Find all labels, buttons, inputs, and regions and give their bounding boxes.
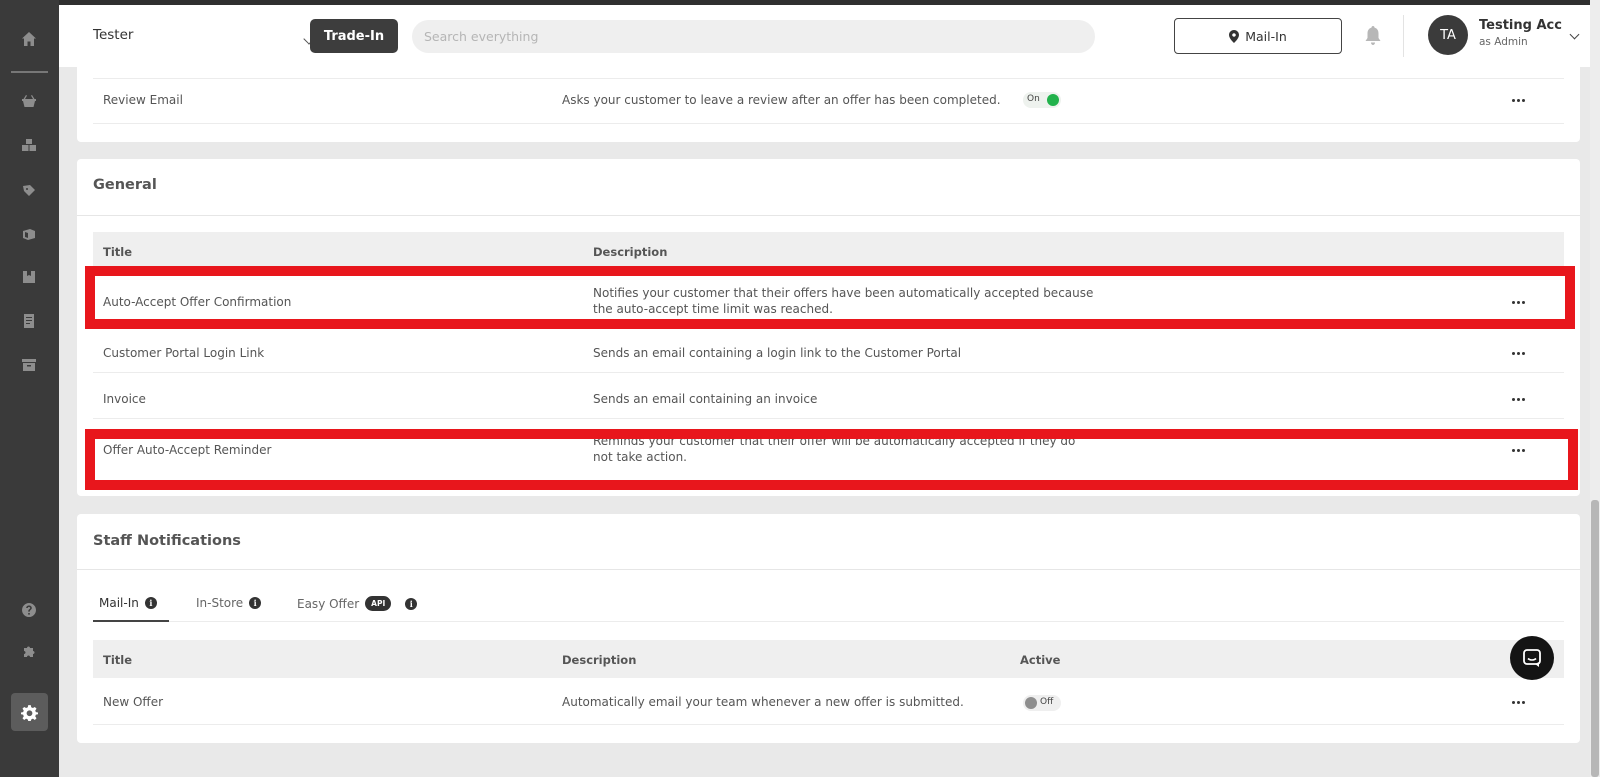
more-dots-icon[interactable] (1512, 99, 1526, 103)
archive-icon[interactable] (18, 354, 40, 376)
user-role: as Admin (1479, 36, 1528, 48)
row-title: Invoice (103, 392, 146, 406)
column-title: Title (103, 245, 133, 259)
active-toggle[interactable]: Off (1023, 695, 1061, 711)
info-icon[interactable]: i (249, 597, 262, 609)
api-badge: API (365, 596, 392, 611)
gear-icon[interactable] (11, 693, 48, 731)
toggle-label: Off (1040, 697, 1054, 707)
row-divider (93, 78, 1564, 79)
row-divider (93, 418, 1564, 419)
receipt-icon[interactable] (18, 310, 40, 332)
card-divider (77, 569, 1580, 570)
toggle-label: On (1027, 94, 1040, 104)
tab-in-store[interactable]: In-Store i (196, 596, 262, 610)
row-title: Review Email (103, 93, 183, 107)
tab-easy-offer[interactable]: Easy Offer API i (297, 596, 418, 611)
avatar[interactable]: TA (1428, 15, 1468, 55)
tag-icon[interactable] (18, 179, 40, 201)
trade-in-button[interactable]: Trade-In (310, 19, 398, 53)
more-dots-icon[interactable] (1512, 352, 1526, 356)
column-description: Description (593, 245, 668, 259)
box-icon[interactable] (18, 266, 40, 288)
header-separator (1403, 15, 1404, 57)
highlight-box (85, 429, 1578, 490)
general-title: General (93, 177, 157, 193)
info-icon[interactable]: i (405, 597, 418, 610)
user-menu-chevron-icon[interactable] (1569, 29, 1580, 40)
active-toggle[interactable]: On (1023, 92, 1061, 108)
bell-icon[interactable] (1364, 26, 1382, 46)
highlight-box (85, 266, 1575, 329)
active-tab-indicator (93, 620, 169, 622)
tab-label: In-Store (196, 596, 244, 610)
staff-notifications-title: Staff Notifications (93, 533, 241, 549)
tab-mail-in[interactable]: Mail-In i (99, 596, 157, 610)
boxes-icon[interactable] (18, 134, 40, 156)
user-name[interactable]: Testing Acc (1479, 18, 1562, 33)
toggle-knob (1047, 94, 1059, 106)
table-header (93, 640, 1564, 678)
staff-notifications-card: Staff Notifications Mail-In i In-Store i… (77, 514, 1580, 743)
scrollbar-thumb[interactable] (1591, 500, 1599, 777)
row-divider (93, 724, 1564, 725)
column-active: Active (1020, 653, 1061, 667)
basket-icon[interactable] (18, 90, 40, 112)
location-button[interactable]: Mail-In (1174, 18, 1342, 54)
row-divider (93, 123, 1564, 124)
store-select[interactable]: Tester (93, 27, 133, 43)
more-dots-icon[interactable] (1512, 701, 1526, 705)
row-title: Customer Portal Login Link (103, 346, 265, 360)
packages-icon[interactable] (18, 223, 40, 245)
home-icon[interactable] (18, 28, 40, 50)
row-description: Sends an email containing an invoice (593, 392, 818, 406)
table-header (93, 232, 1564, 270)
location-label: Mail-In (1245, 28, 1287, 44)
column-title: Title (103, 653, 133, 667)
more-dots-icon[interactable] (1512, 398, 1526, 402)
top-header: Tester Trade-In Mail-In TA Testing Acc a… (59, 5, 1600, 67)
column-description: Description (562, 653, 637, 667)
chat-icon[interactable] (1510, 636, 1554, 680)
card-divider (77, 215, 1580, 216)
tab-label: Easy Offer (297, 596, 360, 611)
row-title: New Offer (103, 695, 164, 709)
location-pin-icon (1229, 29, 1240, 43)
sidebar-divider (11, 71, 48, 73)
info-icon[interactable]: i (144, 597, 157, 609)
row-description: Sends an email containing a login link t… (593, 346, 962, 360)
sidebar (0, 0, 59, 777)
row-description: Automatically email your team whenever a… (562, 695, 964, 709)
row-divider (93, 372, 1564, 373)
help-icon[interactable] (18, 599, 40, 621)
tabs-baseline (93, 621, 1564, 622)
tab-label: Mail-In (99, 596, 139, 610)
customer-notifications-card: Review Email Asks your customer to leave… (77, 67, 1580, 142)
row-description: Asks your customer to leave a review aft… (562, 93, 1001, 107)
search-input[interactable] (412, 20, 1095, 53)
puzzle-icon[interactable] (18, 641, 40, 663)
toggle-knob (1025, 697, 1037, 709)
